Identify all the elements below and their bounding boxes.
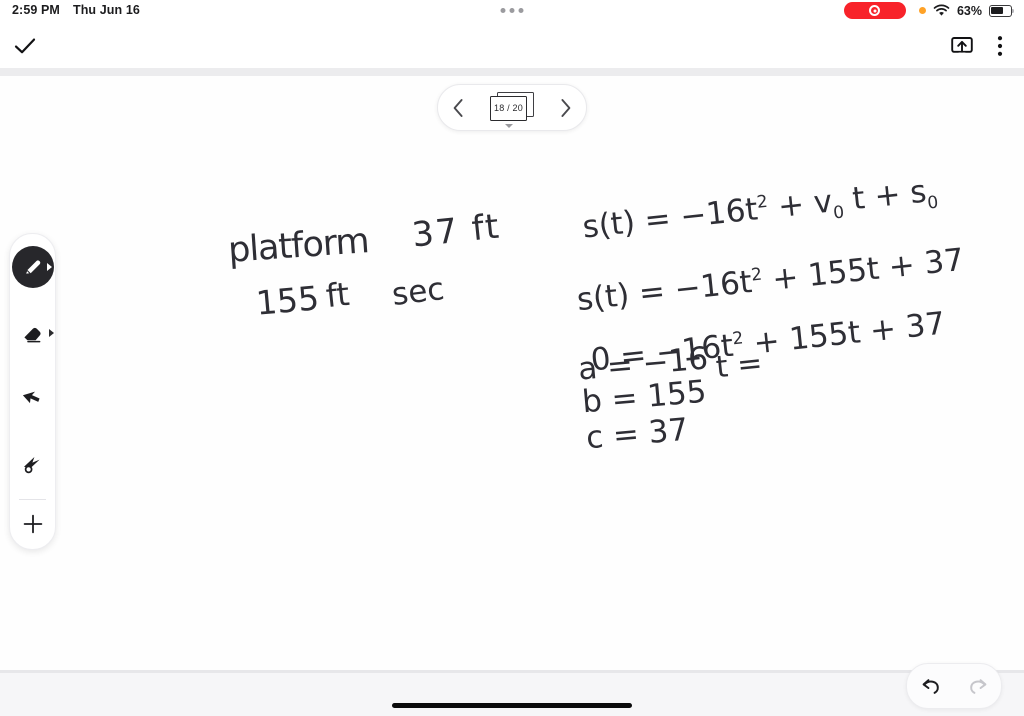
handwriting-equation-general: s(t) = −16t2 + v0 t + s0 — [581, 172, 939, 249]
handwriting-equation-substituted: s(t) = −16t2 + 155t + 37 — [575, 242, 965, 318]
equation-substituted-exp: 2 — [750, 264, 764, 286]
handwriting-velocity-155: 155 — [254, 278, 321, 323]
tool-add[interactable] — [10, 500, 55, 549]
status-date: Thu Jun 16 — [72, 3, 140, 17]
below-page-area — [0, 673, 1024, 716]
pen-icon — [22, 256, 44, 278]
equation-general-term-b: + v — [776, 183, 834, 225]
handwriting-height-37ft: 37 ft — [410, 206, 503, 256]
equation-general-sub-b: 0 — [832, 202, 846, 224]
next-page-chevron-icon[interactable] — [559, 98, 572, 118]
page-thumbnail-indicator[interactable]: 18 / 20 — [486, 90, 538, 128]
tool-eraser[interactable] — [10, 300, 55, 366]
previous-page-chevron-icon[interactable] — [452, 98, 465, 118]
pen-options-caret-icon[interactable] — [47, 262, 52, 271]
multitasking-handle-icon[interactable] — [500, 8, 524, 13]
equation-zero-exp: 2 — [731, 328, 745, 350]
notability-app-window: 2:59 PM Thu Jun 16 63% platform 37 ft 15… — [0, 0, 1024, 716]
equation-general-lhs: s(t) = — [580, 200, 673, 246]
equation-general-exp-a: 2 — [755, 191, 769, 213]
status-bar-right: 63% — [843, 2, 1015, 19]
equation-general-term-c: t + s — [850, 173, 929, 218]
history-controls — [906, 663, 1002, 709]
plus-icon — [22, 513, 44, 535]
handwriting-solve-for-t: t = — [714, 345, 765, 386]
microphone-privacy-dot-icon — [918, 7, 926, 14]
eraser-icon — [21, 322, 45, 344]
status-bar-left: 2:59 PM Thu Jun 16 — [12, 3, 140, 17]
eraser-options-caret-icon[interactable] — [49, 328, 54, 337]
screen-recording-icon[interactable] — [843, 2, 906, 19]
handwriting-unit-ft: ft — [324, 274, 352, 316]
handwriting-platform: platform — [226, 221, 370, 271]
handwriting-coefficient-c: c = 37 — [584, 411, 690, 457]
undo-button[interactable] — [914, 669, 948, 703]
tool-pen[interactable] — [10, 234, 55, 300]
share-export-icon[interactable] — [944, 24, 980, 68]
more-options-icon[interactable] — [984, 24, 1016, 68]
battery-percent-label: 63% — [956, 3, 982, 18]
done-checkmark-icon[interactable] — [8, 24, 42, 68]
equation-substituted-head: s(t) = −16t — [575, 264, 754, 319]
tool-laser-pointer[interactable] — [10, 431, 55, 497]
equation-general-term-a: −16t — [678, 191, 760, 236]
redo-button[interactable] — [961, 669, 995, 703]
chevron-down-icon[interactable] — [505, 123, 513, 128]
note-canvas[interactable]: platform 37 ft 155 ft sec s(t) = −16t2 +… — [0, 76, 1024, 670]
tool-palette — [9, 233, 56, 550]
home-indicator[interactable] — [392, 703, 632, 708]
page-navigator: 18 / 20 — [437, 84, 587, 131]
equation-zero-tail: + 155t + 37 — [751, 305, 947, 362]
wifi-icon — [933, 4, 950, 16]
equation-substituted-tail: + 155t + 37 — [770, 241, 966, 298]
battery-icon — [989, 4, 1015, 17]
page-number-label: 18 / 20 — [490, 95, 527, 121]
status-time: 2:59 PM — [12, 3, 60, 17]
laser-pointer-icon — [21, 453, 45, 475]
handwriting-unit-sec: sec — [390, 270, 447, 314]
equation-general-sub-c: 0 — [926, 192, 940, 214]
status-bar: 2:59 PM Thu Jun 16 63% — [0, 0, 1024, 24]
tool-selection-arrow[interactable] — [10, 365, 55, 431]
selection-arrow-icon — [22, 386, 44, 410]
page-bottom-edge — [0, 670, 1024, 673]
top-toolbar — [0, 24, 1024, 68]
canvas-top-gutter — [0, 68, 1024, 76]
